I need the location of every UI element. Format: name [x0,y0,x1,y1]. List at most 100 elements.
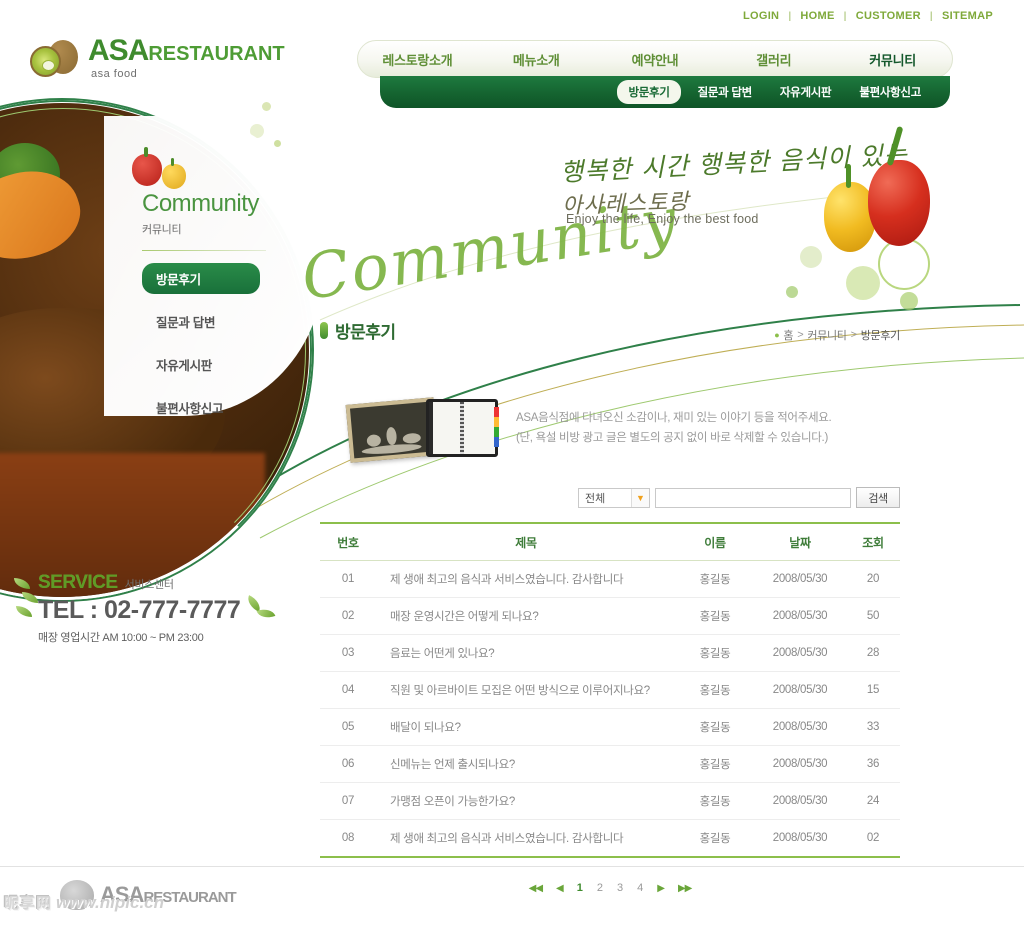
sidebar-item-reviews[interactable]: 방문후기 [142,263,260,294]
chevron-right-icon: > [850,329,857,341]
cell-date: 2008/05/30 [754,782,846,820]
nav-item-community[interactable]: 커뮤니티 [833,50,952,69]
decorative-circle [846,266,880,300]
table-header: 번호 제목 이름 날짜 조회 [320,522,900,561]
breadcrumb-home[interactable]: 홈 [783,327,793,343]
sidebar-item-complaints[interactable]: 불편사항신고 [142,392,322,423]
list-item: 질문과 답변 [142,306,322,337]
nav-item-gallery[interactable]: 갤러리 [714,50,833,69]
cell-hits: 33 [846,708,900,746]
cell-title[interactable]: 가맹점 오픈이 가능한가요? [376,782,676,820]
cell-date: 2008/05/30 [754,560,846,598]
notice-illustration [345,397,499,463]
sidebar-title-ko: 커뮤니티 [142,224,182,236]
table-row[interactable]: 07 가맹점 오픈이 가능한가요? 홍길동 2008/05/30 24 [320,782,900,820]
subnav-item-reviews[interactable]: 방문후기 [617,80,681,104]
site-logo[interactable]: ASARESTAURANT asa food [28,36,285,80]
cell-name: 홍길동 [676,819,754,858]
table-row[interactable]: 05 배달이 되나요? 홍길동 2008/05/30 33 [320,708,900,746]
breadcrumb-bullet-icon: ● [774,330,780,340]
cell-title[interactable]: 매장 운영시간은 어떻게 되나요? [376,597,676,635]
breadcrumb-community[interactable]: 커뮤니티 [807,327,847,343]
nav-item-restaurant[interactable]: 레스토랑소개 [358,50,477,69]
cell-title[interactable]: 신메뉴는 언제 출시되나요? [376,745,676,783]
subnav-item-complaints[interactable]: 불편사항신고 [848,80,932,104]
banner-handwriting-line1: 행복한 시간 행복한 음식이 있는 [559,139,909,188]
logo-text: ASARESTAURANT asa food [88,36,285,80]
cell-hits: 02 [846,819,900,858]
nav-item-menu[interactable]: 메뉴소개 [477,50,596,69]
column-header-name: 이름 [676,522,754,561]
page-title-text: 방문후기 [335,323,396,342]
search-bar: 전체 ▼ 검색 [320,487,900,508]
cell-title[interactable]: 배달이 되나요? [376,708,676,746]
column-header-title: 제목 [376,522,676,561]
utility-link-sitemap[interactable]: SITEMAP [933,10,1002,22]
cell-no: 01 [320,560,376,598]
notice-line1: ASA음식점에 다녀오신 소감이나, 재미 있는 이야기 등을 적어주세요. [516,411,832,424]
logo-tagline: asa food [91,68,138,80]
utility-nav: LOGIN | HOME | CUSTOMER | SITEMAP [734,10,1002,22]
decorative-circle [786,286,798,298]
sidebar-title-en: Community [142,190,259,217]
table-body: 01 제 생애 최고의 음식과 서비스였습니다. 감사합니다 홍길동 2008/… [320,560,900,858]
cell-no: 04 [320,671,376,709]
utility-link-customer[interactable]: CUSTOMER [847,10,930,22]
search-button[interactable]: 검색 [856,487,900,508]
cell-no: 07 [320,782,376,820]
service-hours: 매장 영업시간 AM 10:00 ~ PM 23:00 [38,632,204,644]
cell-name: 홍길동 [676,634,754,672]
table-row[interactable]: 02 매장 운영시간은 어떻게 되나요? 홍길동 2008/05/30 50 [320,597,900,635]
leaf-icon-left [14,576,44,618]
table-row[interactable]: 03 음료는 어떤게 있나요? 홍길동 2008/05/30 28 [320,634,900,672]
decorative-circle [900,292,918,310]
banner-red-pepper-icon [868,160,930,246]
notice-text: ASA음식점에 다녀오신 소감이나, 재미 있는 이야기 등을 적어주세요. (… [516,408,832,448]
red-pepper-icon [132,147,162,186]
cell-name: 홍길동 [676,597,754,635]
cell-name: 홍길동 [676,671,754,709]
cell-hits: 28 [846,634,900,672]
cell-title[interactable]: 제 생애 최고의 음식과 서비스였습니다. 감사합니다 [376,819,676,858]
sub-navigation: 방문후기 질문과 답변 자유게시판 불편사항신고 [380,76,950,108]
cell-title[interactable]: 음료는 어떤게 있나요? [376,634,676,672]
watermark-url: www.nipic.cn [56,892,165,912]
kiwi-fruit-icon [28,40,80,80]
notice-line2: (단, 욕설 비방 광고 글은 별도의 공지 없이 바로 삭제할 수 있습니다.… [516,432,828,444]
table-row[interactable]: 01 제 생애 최고의 음식과 서비스였습니다. 감사합니다 홍길동 2008/… [320,560,900,598]
service-heading-row: SERVICE 서비스센터 [38,572,288,594]
cell-name: 홍길동 [676,708,754,746]
subnav-item-qna[interactable]: 질문과 답변 [687,80,763,104]
nav-item-reservation[interactable]: 예약안내 [596,50,715,69]
utility-link-home[interactable]: HOME [791,10,843,22]
cell-no: 05 [320,708,376,746]
cell-hits: 24 [846,782,900,820]
breadcrumb-current: 방문후기 [860,330,901,342]
subnav-item-freeboard[interactable]: 자유게시판 [769,80,842,104]
footer-divider [0,866,1024,867]
search-category-select[interactable]: 전체 ▼ [578,487,650,508]
cell-hits: 20 [846,560,900,598]
cell-title[interactable]: 제 생애 최고의 음식과 서비스였습니다. 감사합니다 [376,560,676,598]
chevron-down-icon[interactable]: ▼ [631,488,649,507]
sidebar-divider [142,250,266,251]
table-row[interactable]: 08 제 생애 최고의 음식과 서비스였습니다. 감사합니다 홍길동 2008/… [320,819,900,858]
utility-link-login[interactable]: LOGIN [734,10,788,22]
sidebar-menu: 방문후기 질문과 답변 자유게시판 불편사항신고 [142,263,322,423]
cell-date: 2008/05/30 [754,708,846,746]
search-input[interactable] [655,487,851,508]
sidebar-item-freeboard[interactable]: 자유게시판 [142,349,322,380]
cell-title[interactable]: 직원 및 아르바이트 모집은 어떤 방식으로 이루어지나요? [376,671,676,709]
cell-no: 06 [320,745,376,783]
cell-date: 2008/05/30 [754,671,846,709]
logo-name-bold: ASA [88,34,149,67]
list-item: 불편사항신고 [142,392,322,423]
notebook-icon [426,399,499,457]
sidebar-item-qna[interactable]: 질문과 답변 [142,306,322,337]
chevron-right-icon: > [797,329,804,341]
page-header: 방문후기 ● 홈 > 커뮤니티 > 방문후기 [320,318,900,349]
table-row[interactable]: 06 신메뉴는 언제 출시되나요? 홍길동 2008/05/30 36 [320,745,900,783]
table-row[interactable]: 04 직원 및 아르바이트 모집은 어떤 방식으로 이루어지나요? 홍길동 20… [320,671,900,709]
leaf-icon-right [240,595,280,628]
cell-hits: 15 [846,671,900,709]
